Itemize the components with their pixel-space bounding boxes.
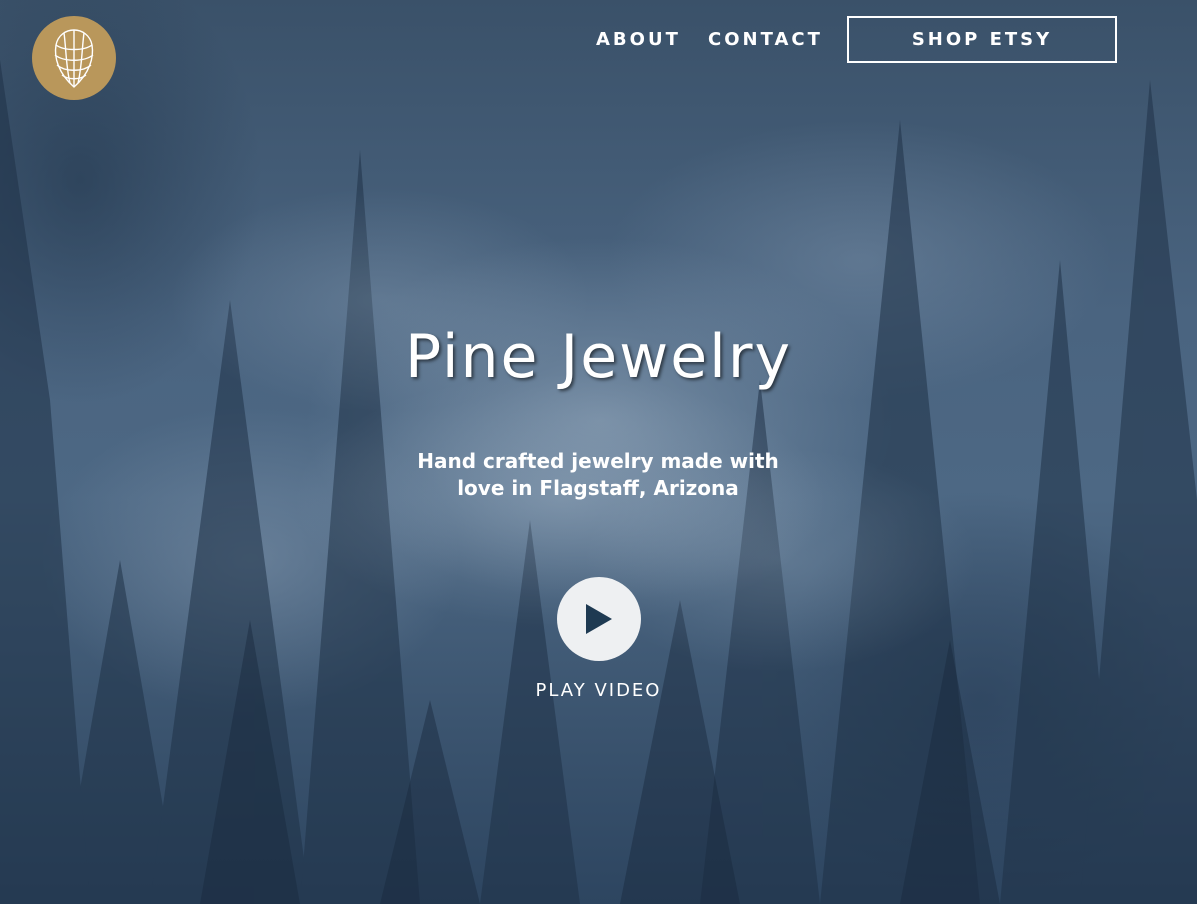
play-video-label[interactable]: PLAY VIDEO <box>0 680 1197 701</box>
page-title: Pine Jewelry <box>405 322 792 392</box>
logo-badge[interactable] <box>32 16 116 100</box>
nav-contact-wrapper: CONTACT <box>708 16 823 63</box>
play-icon <box>586 604 612 634</box>
nav-link-contact[interactable]: CONTACT <box>708 29 823 50</box>
nav-link-about[interactable]: ABOUT <box>596 29 681 50</box>
pinecone-icon <box>54 29 94 88</box>
shop-etsy-button[interactable]: SHOP ETSY <box>847 16 1117 63</box>
hero-subtitle: Hand crafted jewelry made with love in F… <box>417 449 779 500</box>
nav-about-wrapper: ABOUT <box>596 16 681 63</box>
play-video-button[interactable] <box>557 577 641 661</box>
